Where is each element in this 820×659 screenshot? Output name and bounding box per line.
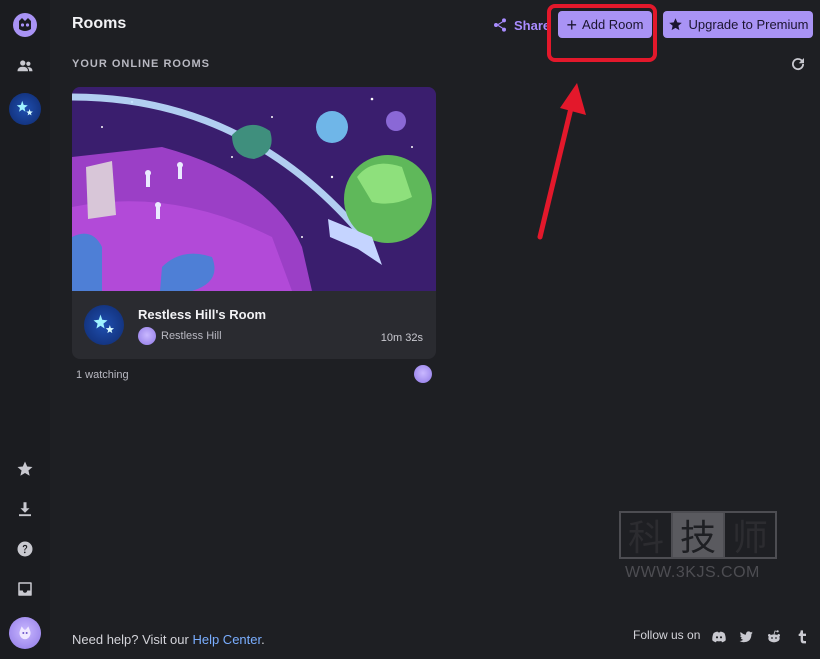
section-label: YOUR ONLINE ROOMS <box>72 58 211 70</box>
owner-avatar <box>138 327 156 345</box>
annotation-highlight-box <box>547 4 657 62</box>
download-icon[interactable] <box>8 492 42 526</box>
watermark-char: 科 <box>621 513 673 559</box>
user-avatar[interactable] <box>8 616 42 650</box>
help-suffix: . <box>261 632 265 647</box>
watermark-char: 技 <box>673 513 725 559</box>
inbox-icon[interactable] <box>8 572 42 606</box>
room-footer: Restless Hill's Room Restless Hill 10m 3… <box>72 291 436 359</box>
room-stars-icon[interactable] <box>8 92 42 126</box>
upgrade-premium-label: Upgrade to Premium <box>688 17 809 32</box>
tumblr-icon[interactable] <box>794 629 812 647</box>
page-title: Rooms <box>72 15 127 32</box>
discord-icon[interactable] <box>711 629 729 647</box>
watermark-char: 师 <box>731 518 768 559</box>
help-icon[interactable] <box>8 532 42 566</box>
room-stars-icon <box>84 305 124 345</box>
star-icon[interactable] <box>8 452 42 486</box>
share-label: Share <box>514 17 551 33</box>
watcher-avatar[interactable] <box>414 365 432 383</box>
room-thumbnail <box>72 87 436 291</box>
room-card[interactable]: Restless Hill's Room Restless Hill 10m 3… <box>72 87 436 359</box>
follow-label: Follow us on <box>633 628 701 642</box>
twitter-icon[interactable] <box>738 629 756 647</box>
help-prefix: Need help? Visit our <box>72 632 193 647</box>
watermark-url: WWW.3KJS.COM <box>625 564 760 581</box>
friends-icon[interactable] <box>8 49 42 83</box>
watermark-logo: 科 技 师 <box>619 511 777 559</box>
upgrade-premium-button[interactable]: Upgrade to Premium <box>663 11 813 38</box>
share-icon <box>494 18 506 32</box>
star-icon <box>668 18 682 31</box>
sidebar <box>0 0 50 659</box>
help-center-link[interactable]: Help Center <box>192 632 261 647</box>
help-text: Need help? Visit our Help Center. <box>72 632 265 647</box>
watching-count: 1 watching <box>76 369 129 381</box>
annotation-arrow-icon <box>537 83 586 240</box>
room-elapsed-time: 10m 32s <box>380 332 423 344</box>
share-button[interactable]: Share <box>492 14 550 36</box>
refresh-icon[interactable] <box>789 55 809 75</box>
room-owner-name: Restless Hill <box>161 330 222 342</box>
reddit-icon[interactable] <box>766 629 784 647</box>
room-name: Restless Hill's Room <box>138 307 267 322</box>
app-logo-icon[interactable] <box>8 8 42 42</box>
